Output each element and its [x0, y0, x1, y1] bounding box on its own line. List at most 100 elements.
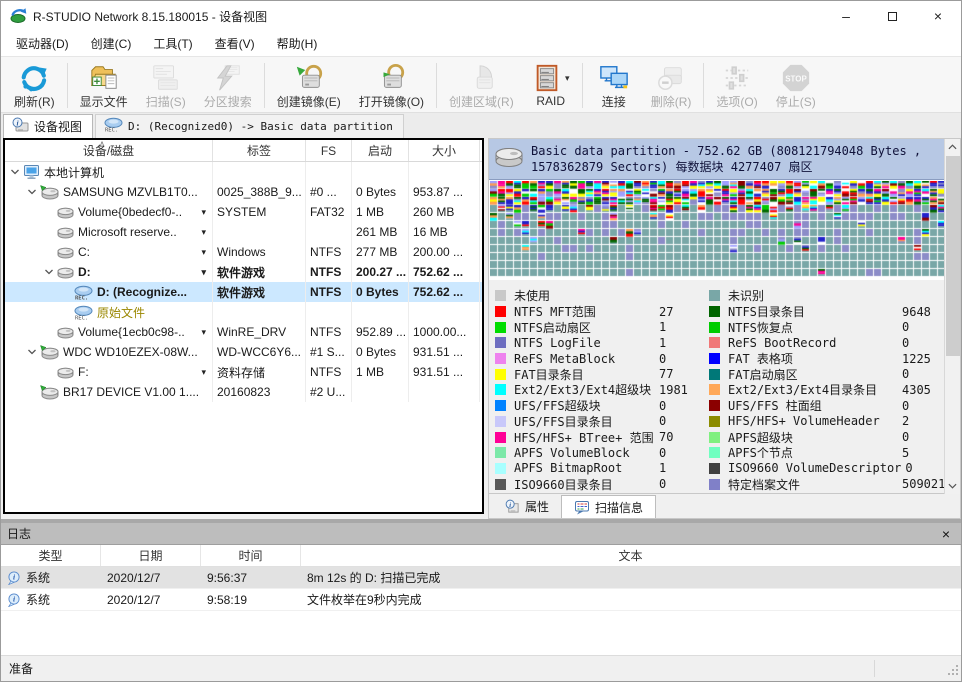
info-tab-scan-info[interactable]: 扫描信息	[561, 495, 656, 518]
menu-item-3[interactable]: 查看(V)	[204, 31, 266, 56]
legend-label: Ext2/Ext3/Ext4目录条目	[728, 381, 898, 398]
log-close-icon[interactable]: ×	[937, 526, 955, 542]
toolbar: 刷新(R)显示文件扫描(S)分区搜索创建镜像(E)打开镜像(O)创建区域(R)▾…	[1, 57, 961, 113]
mount-dropdown-icon[interactable]: ▾	[201, 327, 208, 338]
toolbar-open-image-button[interactable]: 打开镜像(O)	[350, 59, 433, 112]
device-row-9[interactable]: WDC WD10EZEX-08W...WD-WCC6Y6...#1 S...0 …	[5, 342, 482, 362]
log-column-date[interactable]: 日期	[101, 545, 201, 566]
info-tab-properties[interactable]: i属性	[493, 495, 561, 518]
legend-label: NTFS目录条目	[728, 303, 898, 320]
legend-item: ISO9660 VolumeDescriptor0	[709, 461, 958, 477]
device-row-6[interactable]: REC.D: (Recognize...软件游戏NTFS0 Bytes752.6…	[5, 282, 482, 302]
legend-value: 5	[898, 446, 909, 460]
minimize-button[interactable]: –	[823, 1, 869, 31]
legend-swatch	[495, 369, 506, 380]
column-header-device[interactable]: 设备/磁盘	[5, 140, 213, 161]
log-column-text[interactable]: 文本	[301, 545, 961, 566]
device-row-8[interactable]: Volume{1ecb0c98-..▾WinRE_DRVNTFS952.89 .…	[5, 322, 482, 342]
tab-device-view-label: 设备视图	[34, 118, 82, 135]
toolbar-create-image-button[interactable]: 创建镜像(E)	[268, 59, 350, 112]
column-header-start[interactable]: 启动	[352, 140, 409, 161]
device-row-11[interactable]: BR17 DEVICE V1.00 1....20160823#2 U...	[5, 382, 482, 402]
log-table-header: 类型 日期 时间 文本	[1, 545, 961, 567]
device-size-cell: 752.62 ...	[409, 282, 480, 302]
expand-chevron-icon[interactable]	[24, 187, 40, 197]
device-name: SAMSUNG MZVLB1T0...	[63, 185, 198, 199]
close-button[interactable]: ×	[915, 1, 961, 31]
scroll-up-icon[interactable]	[945, 139, 960, 155]
maximize-button[interactable]	[869, 1, 915, 31]
mount-dropdown-icon[interactable]: ▾	[201, 207, 208, 218]
legend-value: 0	[655, 414, 666, 428]
log-column-type[interactable]: 类型	[1, 545, 101, 566]
device-row-1[interactable]: SAMSUNG MZVLB1T0...0025_388B_9...#0 ...0…	[5, 182, 482, 202]
device-row-10[interactable]: F:▾资料存储NTFS1 MB931.51 ...	[5, 362, 482, 382]
mount-dropdown-icon[interactable]: ▾	[201, 247, 208, 258]
expand-chevron-icon[interactable]	[7, 167, 23, 177]
svg-text:REC.: REC.	[75, 295, 88, 300]
device-row-4[interactable]: C:▾WindowsNTFS277 MB200.00 ...	[5, 242, 482, 262]
toolbar-refresh-button[interactable]: 刷新(R)	[5, 59, 64, 112]
volume-icon	[57, 226, 74, 239]
menu-item-2[interactable]: 工具(T)	[142, 31, 203, 56]
legend-item: NTFS MFT范围27	[495, 304, 709, 320]
scan-block-map[interactable]	[490, 181, 946, 277]
menu-item-1[interactable]: 创建(C)	[80, 31, 143, 56]
legend-value: 0	[901, 461, 912, 475]
log-column-time[interactable]: 时间	[201, 545, 301, 566]
legend-label: APFS超级块	[728, 429, 898, 446]
device-row-2[interactable]: Volume{0bedecf0-..▾SYSTEMFAT321 MB260 MB	[5, 202, 482, 222]
legend-swatch	[709, 290, 720, 301]
device-row-0[interactable]: 本地计算机	[5, 162, 482, 182]
legend-item: NTFS LogFile1	[495, 335, 709, 351]
device-name: D: (Recognize...	[97, 285, 187, 299]
log-row-1[interactable]: i系统2020/12/79:58:19文件枚举在9秒内完成	[1, 589, 961, 611]
legend-swatch	[495, 384, 506, 395]
scan-panel-scrollbar[interactable]	[944, 139, 960, 494]
resize-grip[interactable]	[947, 664, 959, 679]
menu-item-4[interactable]: 帮助(H)	[266, 31, 329, 56]
device-label-cell	[213, 162, 306, 182]
legend-label: NTFS MFT范围	[514, 303, 655, 320]
mount-dropdown-icon[interactable]: ▾	[201, 367, 208, 378]
expand-chevron-icon[interactable]	[41, 267, 57, 277]
legend-value: 0	[655, 399, 666, 413]
scroll-down-icon[interactable]	[945, 478, 960, 494]
column-header-size[interactable]: 大小	[409, 140, 480, 161]
toolbar-separator	[264, 63, 265, 108]
toolbar-raid-button[interactable]: ▾RAID	[523, 59, 579, 112]
expand-chevron-icon[interactable]	[24, 347, 40, 357]
legend-swatch	[495, 353, 506, 364]
column-header-fs[interactable]: FS	[306, 140, 352, 161]
dropdown-arrow-icon[interactable]: ▾	[565, 73, 570, 84]
toolbar-separator	[436, 63, 437, 108]
partition-info-text: Basic data partition - 752.62 GB (808121…	[531, 143, 940, 175]
title-bar: R-STUDIO Network 8.15.180015 - 设备视图 – ×	[1, 1, 961, 31]
log-row-0[interactable]: i系统2020/12/79:56:378m 12s 的 D: 扫描已完成	[1, 567, 961, 589]
scrollbar-thumb[interactable]	[946, 156, 960, 356]
mount-dropdown-icon[interactable]: ▾	[201, 267, 208, 278]
volume-icon	[57, 366, 74, 379]
toolbar-connect-button[interactable]: 连接	[586, 59, 642, 112]
device-fs-cell: NTFS	[306, 362, 352, 382]
toolbar-show-files-button[interactable]: 显示文件	[71, 59, 137, 112]
mount-dropdown-icon[interactable]: ▾	[201, 227, 208, 238]
legend-item: Ext2/Ext3/Ext4目录条目4305	[709, 382, 958, 398]
tab-device-view[interactable]: i 设备视图	[3, 114, 93, 138]
legend-label: HFS/HFS+ BTree+ 范围	[514, 429, 655, 446]
log-type: 系统	[26, 569, 50, 586]
menu-item-0[interactable]: 驱动器(D)	[5, 31, 80, 56]
device-row-5[interactable]: D:▾软件游戏NTFS200.27 ...752.62 ...	[5, 262, 482, 282]
rec-icon: REC.	[74, 305, 93, 320]
tab-recognized-partition[interactable]: REC. D: (Recognized0) -> Basic data part…	[95, 114, 404, 138]
column-header-label[interactable]: 标签	[213, 140, 306, 161]
device-size-cell	[409, 302, 480, 322]
legend-item: UFS/FFS目录条目0	[495, 414, 709, 430]
disk-icon	[494, 146, 524, 172]
legend-value: 77	[655, 367, 673, 381]
device-size-cell	[409, 382, 480, 402]
log-date-cell: 2020/12/7	[101, 571, 201, 585]
device-row-7[interactable]: REC.原始文件	[5, 302, 482, 322]
log-type-cell: i系统	[1, 591, 101, 608]
device-row-3[interactable]: Microsoft reserve..▾261 MB16 MB	[5, 222, 482, 242]
